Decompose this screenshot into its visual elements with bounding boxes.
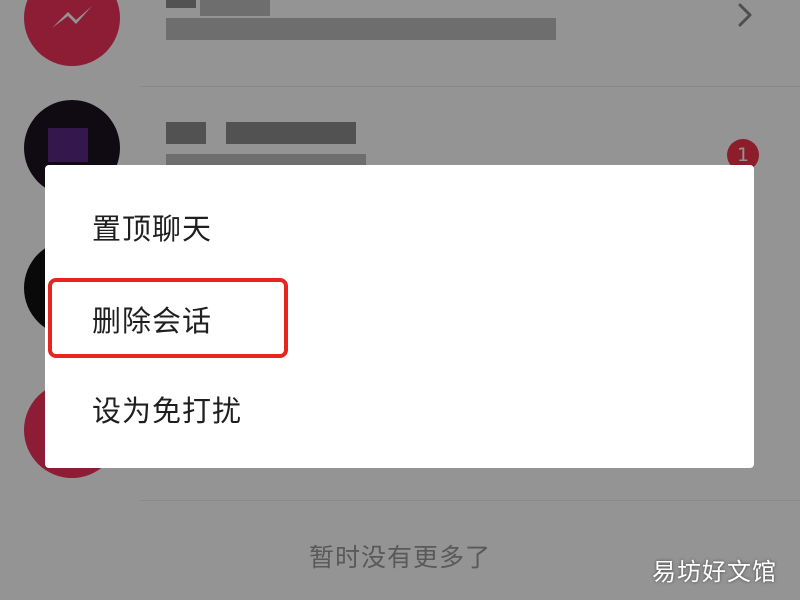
chat-list-screen: 1 暂时没有更多了 置顶聊天 删除会话 设为免打扰 易坊好文馆 <box>0 0 800 600</box>
menu-item-pin-chat[interactable]: 置顶聊天 <box>45 183 754 275</box>
menu-item-mute-notifications[interactable]: 设为免打扰 <box>45 365 754 457</box>
highlight-annotation-box <box>48 278 288 358</box>
watermark-text: 易坊好文馆 <box>652 558 777 586</box>
